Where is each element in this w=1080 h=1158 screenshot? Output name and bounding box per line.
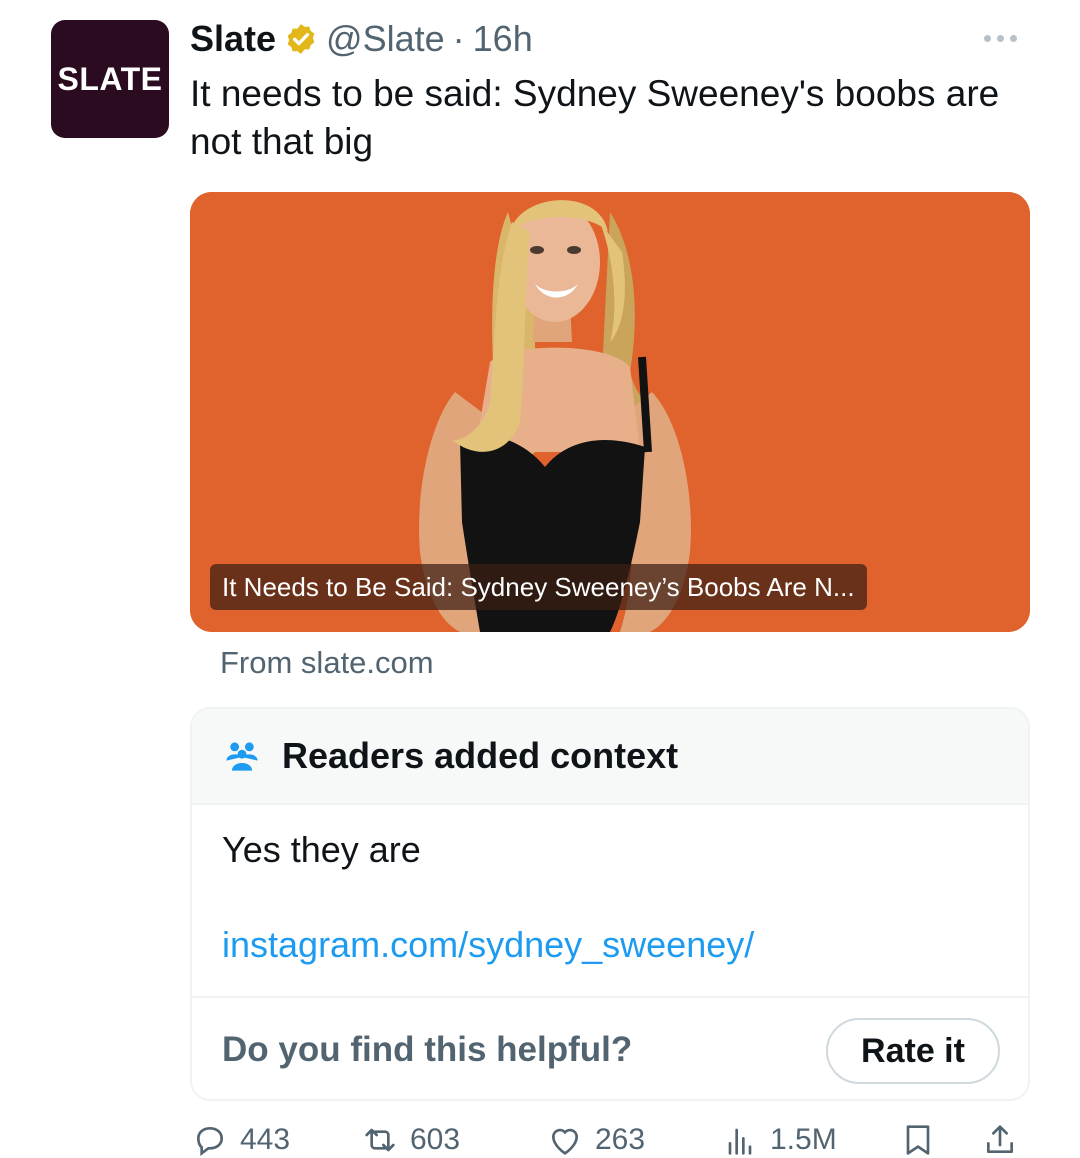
community-note-body: Yes they are [222,829,421,870]
author-name[interactable]: Slate [190,18,276,60]
like-count: 263 [595,1123,646,1156]
more-options-icon[interactable] [984,30,1026,46]
views-action[interactable]: 1.5M [720,1120,837,1158]
heart-icon [551,1128,579,1155]
card-headline[interactable]: It Needs to Be Said: Sydney Sweeney’s Bo… [210,564,867,610]
analytics-icon [728,1128,752,1155]
repost-count: 603 [410,1123,461,1156]
reply-icon [196,1126,224,1156]
like-action[interactable]: 263 [545,1120,645,1158]
link-preview-card[interactable]: It Needs to Be Said: Sydney Sweeney’s Bo… [190,192,1030,632]
reply-count: 443 [240,1123,291,1156]
tweet-timestamp[interactable]: 16h [473,18,533,60]
bookmark-action[interactable] [898,1120,938,1158]
link-source[interactable]: From slate.com [220,645,434,681]
people-icon [226,742,258,771]
repost-icon [365,1128,395,1152]
community-note-link[interactable]: instagram.com/sydney_sweeney/ [222,924,754,966]
tweet-text: It needs to be said: Sydney Sweeney's bo… [190,73,1000,162]
community-note-footer: Do you find this helpful? Rate it [192,996,1028,1099]
helpful-question: Do you find this helpful? [222,1030,633,1069]
author-handle[interactable]: @Slate [326,18,445,60]
repost-action[interactable]: 603 [360,1120,460,1158]
header-separator: · [452,18,465,59]
bookmark-icon [906,1125,930,1155]
share-action[interactable] [980,1120,1020,1158]
community-note: Readers added context Yes they are insta… [190,707,1030,1101]
avatar-logo-text: SLATE [57,60,163,97]
rate-it-button[interactable]: Rate it [826,1018,1000,1084]
community-note-header: Readers added context [192,709,1028,805]
share-icon [987,1125,1013,1153]
reply-action[interactable]: 443 [190,1120,290,1158]
verified-badge-icon [287,24,315,54]
view-count: 1.5M [770,1123,837,1156]
author-avatar[interactable]: SLATE [51,20,169,138]
community-note-title: Readers added context [282,735,679,776]
tweet-actions: 443 603 263 1.5M [190,1120,1030,1158]
tweet-header: Slate @Slate · 16h [190,14,533,64]
